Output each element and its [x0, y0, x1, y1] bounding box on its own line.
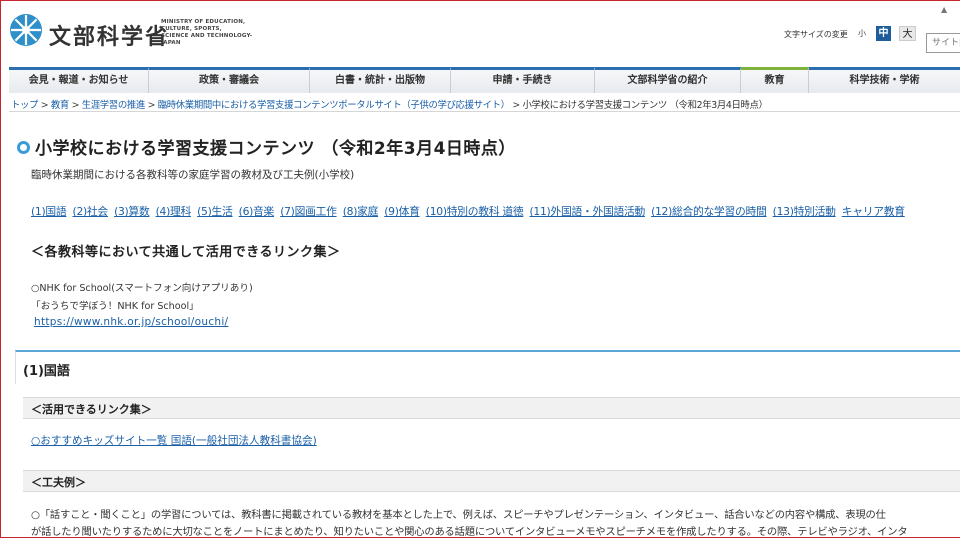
- nav-item-about[interactable]: 文部科学省の紹介: [595, 67, 741, 93]
- subject-link[interactable]: (10)特別の教科 道徳: [426, 205, 524, 218]
- subject-link[interactable]: キャリア教育: [842, 205, 905, 218]
- page-subtitle: 臨時休業期間における各教科等の家庭学習の教材及び工夫例(小学校): [31, 169, 355, 181]
- site-subtitle-line: SCIENCE AND TECHNOLOGY-JAPAN: [161, 33, 253, 46]
- example-text-line: が話したり聞いたりするために大切なことをノートにまとめたり、知りたいことや関心の…: [31, 526, 908, 538]
- examples-heading-box: ＜工夫例＞: [23, 470, 960, 492]
- text-size-medium-button[interactable]: 中: [876, 26, 891, 41]
- text-size-large-button[interactable]: 大: [899, 26, 916, 41]
- subject-link[interactable]: (9)体育: [384, 205, 420, 218]
- nhk-description: ○NHK for School(スマートフォン向けアプリあり): [31, 283, 253, 294]
- browser-viewport: 文部科学省 MINISTRY OF EDUCATION, CULTURE, SP…: [0, 0, 960, 538]
- examples-heading: ＜工夫例＞: [31, 476, 86, 489]
- subject-link[interactable]: (1)国語: [31, 205, 67, 218]
- common-links-heading: ＜各教科等において共通して活用できるリンク集＞: [31, 245, 341, 260]
- links-heading: ＜活用できるリンク集＞: [31, 403, 152, 416]
- site-subtitle: MINISTRY OF EDUCATION, CULTURE, SPORTS, …: [161, 19, 271, 47]
- global-nav: 会見・報道・お知らせ 政策・審議会 白書・統計・出版物 申請・手続き 文部科学省…: [9, 67, 960, 93]
- mext-logo-icon[interactable]: [9, 13, 43, 47]
- text-size-small-button[interactable]: 小: [855, 26, 869, 41]
- breadcrumb-current: 小学校における学習支援コンテンツ （令和2年3月4日時点）: [522, 100, 768, 111]
- site-search-input[interactable]: [926, 33, 960, 53]
- breadcrumb-link[interactable]: 生涯学習の推進: [82, 100, 146, 111]
- links-heading-box: ＜活用できるリンク集＞: [23, 397, 960, 419]
- subject-link[interactable]: (11)外国語・外国語活動: [530, 205, 646, 218]
- breadcrumb-link[interactable]: トップ: [11, 100, 38, 111]
- subject-link[interactable]: (8)家庭: [343, 205, 379, 218]
- site-title[interactable]: 文部科学省: [49, 19, 169, 51]
- breadcrumb-separator: >: [40, 100, 49, 111]
- subject-link[interactable]: (13)特別活動: [773, 205, 836, 218]
- section-header-box: [15, 350, 960, 384]
- breadcrumb-link[interactable]: 教育: [51, 100, 69, 111]
- text-size-label: 文字サイズの変更: [784, 30, 848, 39]
- subject-link[interactable]: (5)生活: [197, 205, 233, 218]
- breadcrumb-link[interactable]: 臨時休業期間中における学習支援コンテンツポータルサイト（子供の学び応援サイト）: [158, 100, 510, 111]
- nav-item-science[interactable]: 科学技術・学術: [809, 67, 960, 93]
- subject-link[interactable]: (7)図画工作: [280, 205, 337, 218]
- subject-link[interactable]: (2)社会: [73, 205, 109, 218]
- nav-item-policy[interactable]: 政策・審議会: [149, 67, 310, 93]
- nav-item-press[interactable]: 会見・報道・お知らせ: [9, 67, 149, 93]
- nhk-program-title: 「おうちで学ぼう！NHK for School」: [31, 301, 199, 312]
- section-title-kokugo: (1)国語: [23, 364, 70, 379]
- example-text-line: ○「話すこと・聞くこと」の学習については、教科書に掲載されている教材を基本とした…: [31, 509, 886, 521]
- nav-item-publications[interactable]: 白書・統計・出版物: [310, 67, 451, 93]
- site-subtitle-line: CULTURE, SPORTS,: [161, 26, 222, 32]
- breadcrumb-separator: >: [147, 100, 156, 111]
- breadcrumb-separator: >: [71, 100, 80, 111]
- scroll-up-icon[interactable]: ▲: [941, 5, 947, 14]
- site-header: 文部科学省 MINISTRY OF EDUCATION, CULTURE, SP…: [1, 1, 960, 65]
- kids-site-link[interactable]: ○おすすめキッズサイト一覧 国語(一般社団法人教科書協会): [31, 433, 317, 448]
- page-title: 小学校における学習支援コンテンツ （令和2年3月4日時点）: [35, 139, 516, 159]
- site-subtitle-line: MINISTRY OF EDUCATION,: [161, 19, 246, 25]
- breadcrumb-separator: >: [512, 100, 520, 111]
- breadcrumb: トップ > 教育 > 生涯学習の推進 > 臨時休業期間中における学習支援コンテン…: [11, 97, 768, 111]
- divider: [9, 111, 960, 112]
- nhk-url-link[interactable]: https://www.nhk.or.jp/school/ouchi/: [34, 316, 228, 328]
- subject-link[interactable]: (4)理科: [156, 205, 192, 218]
- subject-link[interactable]: (6)音楽: [239, 205, 275, 218]
- nav-item-applications[interactable]: 申請・手続き: [451, 67, 595, 93]
- nav-item-education[interactable]: 教育: [741, 67, 809, 93]
- subject-link[interactable]: (3)算数: [114, 205, 150, 218]
- subject-link[interactable]: (12)総合的な学習の時間: [651, 205, 767, 218]
- subject-link-list: (1)国語 (2)社会 (3)算数 (4)理科 (5)生活 (6)音楽 (7)図…: [31, 203, 960, 219]
- title-bullet-icon: [17, 141, 30, 154]
